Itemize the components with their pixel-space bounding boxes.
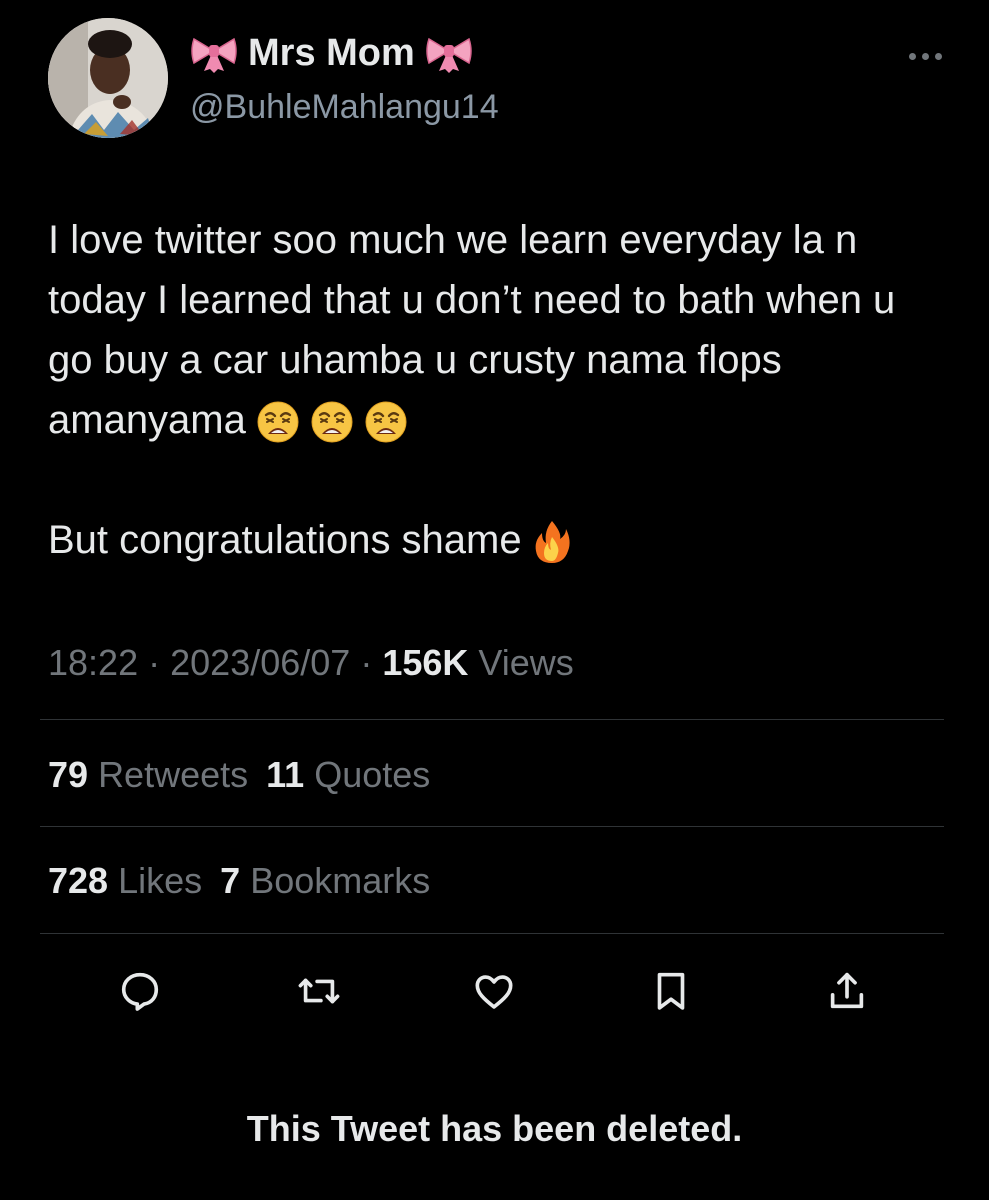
meta-separator: · [148, 642, 161, 683]
profile-photo-icon [48, 18, 168, 138]
weary-face-emoji-icon [311, 401, 353, 443]
reply-icon [121, 972, 159, 1011]
likes-count: 728 [48, 860, 109, 901]
divider [40, 826, 944, 827]
retweets-stat[interactable]: 79 Retweets [48, 754, 248, 795]
ribbon-emoji-icon [426, 37, 472, 73]
views-label: Views [478, 642, 574, 683]
bookmarks-count: 7 [220, 860, 241, 901]
tweet-paragraph: But congratulations shame [48, 510, 948, 570]
ribbon-emoji-icon [191, 37, 237, 73]
like-button[interactable] [469, 966, 519, 1016]
retweet-button[interactable] [294, 966, 344, 1016]
retweet-icon [298, 978, 340, 1004]
divider [40, 719, 944, 720]
tweet-paragraph-text: I love twitter soo much we learn everyda… [48, 218, 896, 442]
meta-separator: · [360, 642, 373, 683]
quotes-stat[interactable]: 11 Quotes [266, 754, 430, 795]
author-handle[interactable]: @BuhleMahlangu14 [190, 86, 499, 128]
likes-label: Likes [118, 860, 203, 901]
more-options-icon[interactable] [900, 46, 950, 66]
retweets-label: Retweets [98, 754, 249, 795]
more-dot [921, 52, 929, 60]
likes-stat[interactable]: 728 Likes [48, 860, 202, 901]
bookmark-button[interactable] [646, 966, 696, 1016]
like-icon [475, 975, 513, 1009]
more-dot [908, 52, 916, 60]
bookmarks-label: Bookmarks [250, 860, 431, 901]
weary-face-emoji-icon [257, 401, 299, 443]
share-button[interactable] [822, 966, 872, 1016]
retweets-count: 79 [48, 754, 89, 795]
deleted-tweet-notice: This Tweet has been deleted. [246, 1108, 743, 1149]
tweet-meta: 18:22 · 2023/06/07 · 156K Views [48, 638, 574, 688]
more-dot [934, 52, 942, 60]
tweet-paragraph: I love twitter soo much we learn everyda… [48, 210, 948, 450]
tweet-actions-bar [0, 960, 989, 1020]
tweet-text: I love twitter soo much we learn everyda… [48, 210, 948, 570]
quotes-label: Quotes [314, 754, 431, 795]
engagement-row-retweets-quotes: 79 Retweets 11 Quotes [48, 750, 430, 800]
reply-button[interactable] [115, 966, 165, 1016]
weary-face-emoji-icon [365, 401, 407, 443]
fire-emoji-icon [535, 521, 570, 564]
tweet-paragraph-text: But congratulations shame [48, 518, 522, 562]
divider [40, 933, 944, 934]
bookmark-icon [657, 972, 685, 1010]
author-name-row[interactable]: Mrs Mom [190, 30, 473, 76]
bookmarks-stat[interactable]: 7 Bookmarks [220, 860, 430, 901]
engagement-row-likes-bookmarks: 728 Likes 7 Bookmarks [48, 856, 430, 906]
author-display-name: Mrs Mom [248, 32, 415, 74]
tweet-detail: Mrs Mom @BuhleMahlangu14 I love twitter … [0, 0, 989, 1200]
tweet-time[interactable]: 18:22 [48, 642, 138, 683]
avatar[interactable] [48, 18, 168, 138]
tweet-header: Mrs Mom @BuhleMahlangu14 [48, 18, 948, 142]
tweet-date[interactable]: 2023/06/07 [170, 642, 350, 683]
share-icon [830, 972, 864, 1009]
views-count: 156K [382, 642, 469, 683]
quotes-count: 11 [266, 754, 305, 795]
